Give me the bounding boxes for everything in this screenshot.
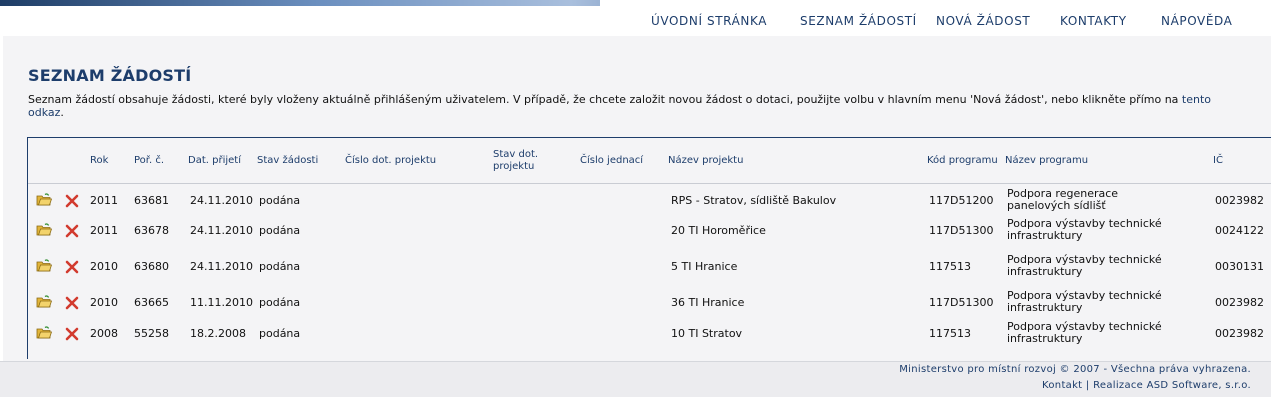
content-area: SEZNAM ŽÁDOSTÍ Seznam žádostí obsahuje ž…: [3, 36, 1271, 361]
cell-ic: 0023982: [1215, 327, 1264, 340]
cell-nazev-prog: Podpora výstavby technické infrastruktur…: [1007, 253, 1162, 278]
intro-paragraph: Seznam žádostí obsahuje žádosti, které b…: [28, 93, 1228, 119]
cell-ic: 0023982: [1215, 194, 1264, 207]
nav-kontakty[interactable]: KONTAKTY: [1060, 14, 1127, 28]
col-header-cislo-dot: Číslo dot. projektu: [345, 155, 437, 166]
cell-kod: 117D51200: [929, 194, 994, 207]
cell-kod: 117513: [929, 327, 971, 340]
nav-seznam-zadosti[interactable]: SEZNAM ŽÁDOSTÍ: [800, 14, 917, 28]
cell-nazev-prog: Podpora regenerace panelových sídlišť: [1007, 187, 1119, 212]
cell-nazev: RPS - Stratov, sídliště Bakulov: [671, 194, 837, 207]
header-divider: [28, 183, 1271, 184]
col-header-por: Poř. č.: [134, 155, 165, 166]
intro-text: Seznam žádostí obsahuje žádosti, které b…: [28, 93, 1179, 106]
col-header-cislo-jed: Číslo jednací: [580, 155, 644, 166]
cell-stav: podána: [259, 194, 301, 207]
cell-por: 63680: [134, 260, 169, 273]
col-header-rok: Rok: [90, 155, 109, 166]
cell-rok: 2010: [90, 296, 118, 309]
cell-nazev: 36 TI Hranice: [671, 296, 745, 309]
cell-dat: 24.11.2010: [190, 224, 253, 237]
cell-dat: 11.11.2010: [190, 296, 253, 309]
delete-x-icon[interactable]: [64, 223, 80, 239]
cell-nazev: 10 TI Stratov: [671, 327, 743, 340]
cell-kod: 117D51300: [929, 296, 994, 309]
table-row: 2010 63680 24.11.2010 podána 5 TI Hranice 117…: [28, 252, 1271, 282]
cell-rok: 2011: [90, 194, 118, 207]
delete-x-icon[interactable]: [64, 193, 80, 209]
page-title: SEZNAM ŽÁDOSTÍ: [28, 66, 192, 85]
cell-dat: 24.11.2010: [190, 260, 253, 273]
main-nav: ÚVODNÍ STRÁNKA SEZNAM ŽÁDOSTÍ NOVÁ ŽÁDOS…: [0, 6, 1271, 36]
folder-open-icon[interactable]: [36, 294, 53, 310]
col-header-nazev: Název projektu: [668, 155, 744, 166]
cell-rok: 2010: [90, 260, 118, 273]
footer-asd-link[interactable]: Realizace ASD Software, s.r.o.: [1093, 380, 1251, 391]
table-row: 2011 63678 24.11.2010 podána 20 TI Horoměřic…: [28, 216, 1271, 246]
cell-por: 63665: [134, 296, 169, 309]
cell-nazev-prog: Podpora výstavby technické infrastruktur…: [1007, 289, 1162, 314]
cell-nazev: 20 TI Horoměřice: [671, 224, 766, 237]
col-header-ic: IČ: [1213, 155, 1223, 166]
cell-nazev-prog: Podpora výstavby technické infrastruktur…: [1007, 217, 1162, 242]
cell-stav: podána: [259, 327, 301, 340]
col-header-stav-dot: Stav dot. projektu: [493, 149, 539, 172]
folder-open-icon[interactable]: [36, 192, 53, 208]
cell-por: 63678: [134, 224, 169, 237]
cell-stav: podána: [259, 296, 301, 309]
delete-x-icon[interactable]: [64, 259, 80, 275]
page-footer: Ministerstvo pro místní rozvoj © 2007 - …: [0, 361, 1271, 397]
footer-copyright: Ministerstvo pro místní rozvoj © 2007 - …: [899, 364, 1251, 375]
delete-x-icon[interactable]: [64, 295, 80, 311]
folder-open-icon[interactable]: [36, 325, 53, 341]
table-row: 2008 55258 18.2.2008 podána 10 TI Stratov 117…: [28, 319, 1271, 349]
cell-por: 55258: [134, 327, 169, 340]
table-row: 2011 63681 24.11.2010 podána RPS - Stratov, …: [28, 186, 1271, 216]
folder-open-icon[interactable]: [36, 222, 53, 238]
cell-stav: podána: [259, 260, 301, 273]
footer-separator: |: [1085, 380, 1090, 391]
cell-por: 63681: [134, 194, 169, 207]
cell-stav: podána: [259, 224, 301, 237]
cell-ic: 0024122: [1215, 224, 1264, 237]
nav-nova-zadost[interactable]: NOVÁ ŽÁDOST: [936, 14, 1030, 28]
nav-uvodni-stranka[interactable]: ÚVODNÍ STRÁNKA: [651, 14, 767, 28]
col-header-stav: Stav žádosti: [257, 155, 319, 166]
col-header-kod: Kód programu: [927, 155, 998, 166]
requests-table: Rok Poř. č. Dat. přijetí Stav žádosti Čí…: [27, 137, 1271, 359]
table-row: 2010 63665 11.11.2010 podána 36 TI Hranice 11…: [28, 288, 1271, 318]
folder-open-icon[interactable]: [36, 258, 53, 274]
intro-end: .: [60, 106, 64, 119]
cell-dat: 18.2.2008: [190, 327, 246, 340]
cell-nazev: 5 TI Hranice: [671, 260, 738, 273]
cell-kod: 117513: [929, 260, 971, 273]
cell-dat: 24.11.2010: [190, 194, 253, 207]
cell-nazev-prog: Podpora výstavby technické infrastruktur…: [1007, 320, 1162, 345]
footer-contact-link[interactable]: Kontakt: [1042, 380, 1082, 391]
cell-ic: 0030131: [1215, 260, 1264, 273]
cell-ic: 0023982: [1215, 296, 1264, 309]
col-header-nazev-prog: Název programu: [1005, 155, 1089, 166]
col-header-dat: Dat. přijetí: [188, 155, 241, 166]
nav-napoveda[interactable]: NÁPOVĚDA: [1161, 14, 1233, 28]
cell-kod: 117D51300: [929, 224, 994, 237]
footer-links: Kontakt | Realizace ASD Software, s.r.o.: [1042, 380, 1251, 391]
cell-rok: 2008: [90, 327, 118, 340]
delete-x-icon[interactable]: [64, 326, 80, 342]
cell-rok: 2011: [90, 224, 118, 237]
